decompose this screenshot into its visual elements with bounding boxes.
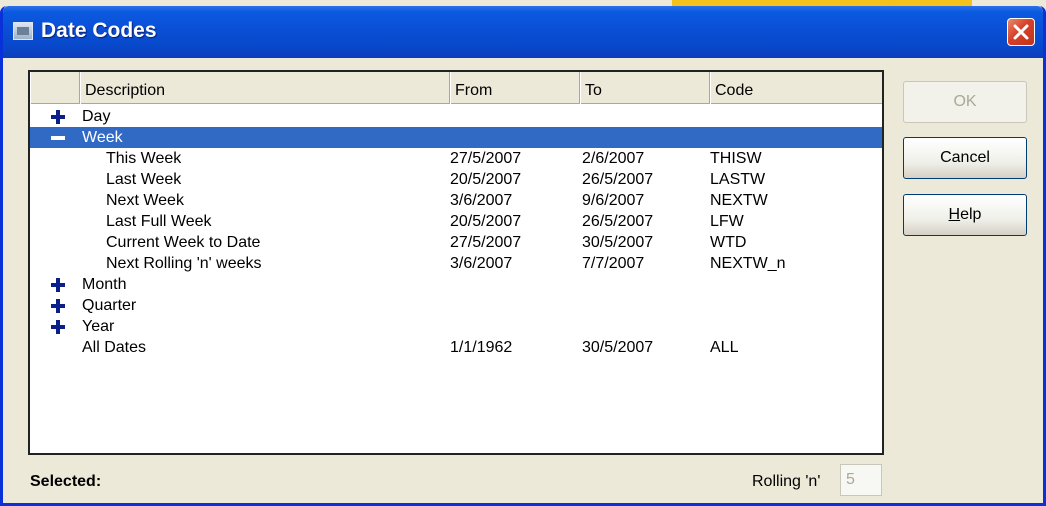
cell-code: WTD — [710, 234, 747, 251]
cell-description: Last Week — [106, 171, 182, 188]
header-spacer — [30, 72, 80, 104]
cell-description: Month — [82, 276, 127, 293]
window-title: Date Codes — [41, 19, 157, 42]
selected-label: Selected: — [30, 473, 102, 490]
list-item[interactable]: This Week 27/5/2007 2/6/2007 THISW — [30, 148, 882, 169]
close-button[interactable] — [1007, 18, 1035, 46]
rolling-n-label: Rolling 'n' — [752, 473, 821, 490]
cell-description: Last Full Week — [106, 213, 212, 230]
column-header-description[interactable]: Description — [80, 72, 450, 104]
cell-from: 27/5/2007 — [450, 150, 522, 167]
cell-code: NEXTW_n — [710, 255, 786, 272]
cell-description: Day — [82, 108, 111, 125]
cell-from: 3/6/2007 — [450, 255, 513, 272]
list-item[interactable]: Current Week to Date 27/5/2007 30/5/2007 WT… — [30, 232, 882, 253]
list-item[interactable]: Next Rolling 'n' weeks 3/6/2007 7/7/2007 NE… — [30, 253, 882, 274]
cell-description: Next Rolling 'n' weeks — [106, 255, 262, 272]
ok-button[interactable]: OK — [903, 81, 1027, 123]
help-button[interactable]: Help — [903, 194, 1027, 236]
expand-plus-icon[interactable] — [51, 299, 65, 313]
help-button-label: Help — [948, 206, 982, 223]
list-item[interactable]: Last Full Week 20/5/2007 26/5/2007 LFW — [30, 211, 882, 232]
cell-description: All Dates — [82, 339, 147, 356]
expand-plus-icon[interactable] — [51, 320, 65, 334]
expand-plus-icon[interactable] — [51, 278, 65, 292]
cell-description: This Week — [106, 150, 182, 167]
cell-code: LFW — [710, 213, 744, 230]
list-item[interactable]: Last Week 20/5/2007 26/5/2007 LASTW — [30, 169, 882, 190]
collapse-minus-icon[interactable] — [51, 131, 65, 145]
list-item[interactable]: Year — [30, 316, 882, 337]
cell-to: 26/5/2007 — [582, 213, 654, 230]
list-item[interactable]: Quarter — [30, 295, 882, 316]
column-header-from[interactable]: From — [450, 72, 580, 104]
cell-description: Next Week — [106, 192, 184, 209]
cell-to: 9/6/2007 — [582, 192, 645, 209]
cell-description: Current Week to Date — [106, 234, 261, 251]
cell-from: 3/6/2007 — [450, 192, 513, 209]
cell-code: NEXTW — [710, 192, 768, 209]
cell-description: Week — [82, 129, 123, 146]
cell-from: 20/5/2007 — [450, 213, 522, 230]
cell-code: THISW — [710, 150, 762, 167]
cell-to: 7/7/2007 — [582, 255, 645, 272]
cell-description: Year — [82, 318, 115, 335]
list-item[interactable]: Day — [30, 106, 882, 127]
expand-plus-icon[interactable] — [51, 110, 65, 124]
cell-to: 30/5/2007 — [582, 339, 654, 356]
list-item[interactable]: Month — [30, 274, 882, 295]
column-header-code[interactable]: Code — [710, 72, 882, 104]
list-item[interactable]: Week — [30, 127, 882, 148]
ok-button-label: OK — [953, 93, 977, 110]
application-icon — [13, 22, 33, 40]
date-codes-dialog: Date Codes Description From To Code Day W… — [0, 6, 1046, 506]
title-bar[interactable]: Date Codes — [3, 6, 1043, 58]
list-header: Description From To Code — [30, 72, 882, 104]
list-item[interactable]: All Dates 1/1/1962 30/5/2007 ALL — [30, 337, 882, 358]
cancel-button-label: Cancel — [940, 149, 990, 166]
cell-description: Quarter — [82, 297, 137, 314]
list-item[interactable]: Next Week 3/6/2007 9/6/2007 NEXTW — [30, 190, 882, 211]
column-header-to[interactable]: To — [580, 72, 710, 104]
rolling-n-input[interactable]: 5 — [840, 464, 882, 496]
cell-to: 26/5/2007 — [582, 171, 654, 188]
cell-from: 27/5/2007 — [450, 234, 522, 251]
cell-to: 2/6/2007 — [582, 150, 645, 167]
cell-from: 1/1/1962 — [450, 339, 513, 356]
close-icon — [1013, 24, 1029, 40]
cell-from: 20/5/2007 — [450, 171, 522, 188]
date-codes-list[interactable]: Description From To Code Day Week This Wee… — [28, 70, 884, 455]
cell-to: 30/5/2007 — [582, 234, 654, 251]
cell-code: LASTW — [710, 171, 766, 188]
cancel-button[interactable]: Cancel — [903, 137, 1027, 179]
cell-code: ALL — [710, 339, 739, 356]
